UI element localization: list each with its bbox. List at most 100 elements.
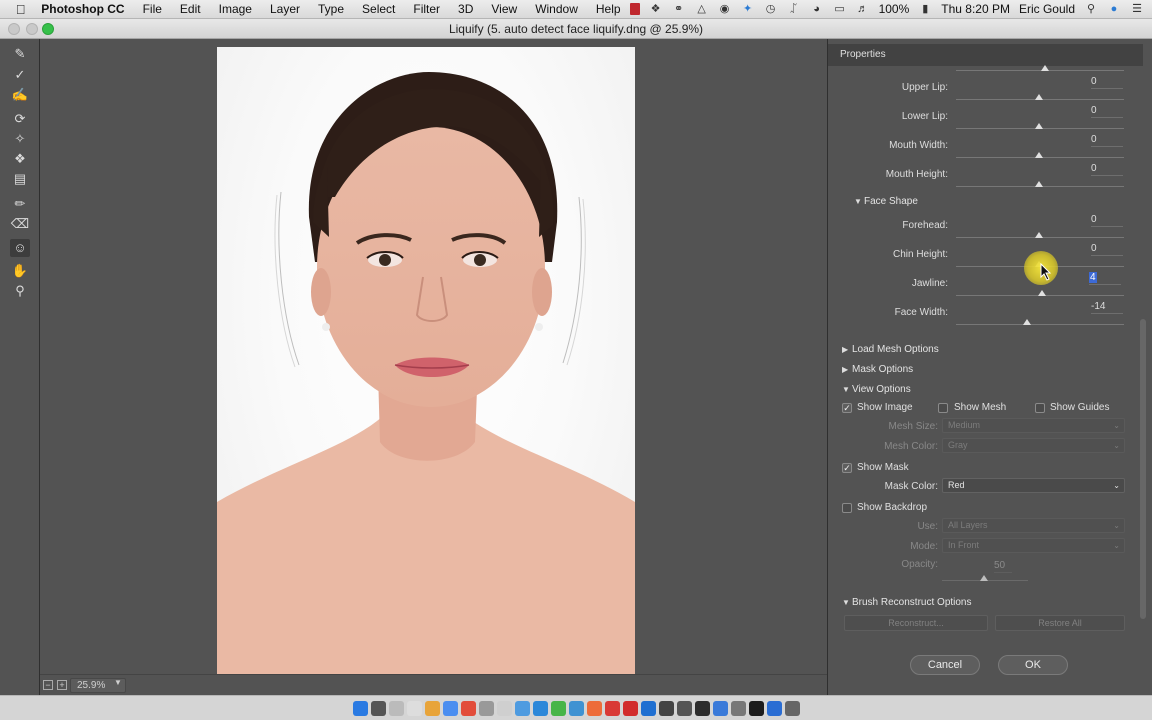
photoshop-icon[interactable]: [748, 700, 764, 716]
terminal-icon[interactable]: [676, 700, 692, 716]
lightroom-icon[interactable]: [694, 700, 710, 716]
canvas-area[interactable]: [40, 39, 827, 674]
time-machine-icon[interactable]: ◷: [764, 3, 778, 15]
wifi-icon[interactable]: ◕: [810, 3, 824, 15]
window-zoom-button[interactable]: [42, 23, 54, 35]
show-mask-checkbox[interactable]: ✓: [842, 463, 852, 473]
face-width-track[interactable]: [956, 324, 1124, 325]
thaw-mask-tool-icon[interactable]: ⌫: [10, 215, 30, 233]
eye-icon[interactable]: ◉: [718, 3, 732, 15]
maps-icon[interactable]: [460, 700, 476, 716]
panel-scrollbar[interactable]: [1139, 69, 1147, 639]
chin-height-value[interactable]: 0: [1091, 243, 1123, 256]
app-store-icon[interactable]: [514, 700, 530, 716]
mask-options-section[interactable]: ▶ Mask Options: [842, 364, 913, 375]
system-preferences-icon[interactable]: [712, 700, 728, 716]
volume-icon[interactable]: ♬: [856, 3, 870, 15]
textedit-icon[interactable]: [478, 700, 494, 716]
menu-filter[interactable]: Filter: [404, 2, 449, 16]
mouth-height-value[interactable]: 0: [1091, 163, 1123, 176]
chrome-icon[interactable]: [604, 700, 620, 716]
trash-icon[interactable]: [784, 700, 800, 716]
mouth-width-thumb[interactable]: [1035, 152, 1043, 158]
use-dropdown[interactable]: All Layers ⌄: [942, 518, 1125, 533]
spotlight-icon[interactable]: ⚲: [1084, 3, 1098, 15]
forehead-thumb[interactable]: [1035, 232, 1043, 238]
upper-lip-value[interactable]: 0: [1091, 76, 1123, 89]
menu-type[interactable]: Type: [309, 2, 353, 16]
portrait-photo[interactable]: [217, 47, 635, 674]
apple-icon[interactable]: : [0, 2, 41, 17]
menu-window[interactable]: Window: [526, 2, 587, 16]
menu-select[interactable]: Select: [353, 2, 404, 16]
menu-app-name[interactable]: Photoshop CC: [41, 2, 133, 16]
notification-center-icon[interactable]: ☰: [1130, 3, 1144, 15]
window-minimize-button[interactable]: [26, 23, 38, 35]
twirl-tool-icon[interactable]: ⟳: [10, 110, 30, 128]
zoom-in-button[interactable]: +: [57, 680, 67, 690]
opacity-thumb[interactable]: [980, 575, 988, 581]
forward-warp-tool-icon[interactable]: ✎: [10, 45, 30, 63]
zoom-out-button[interactable]: −: [43, 680, 53, 690]
launchpad-icon[interactable]: [370, 700, 386, 716]
user-name[interactable]: Eric Gould: [1019, 2, 1075, 16]
face-tool-icon[interactable]: ☺: [10, 239, 30, 257]
menu-help[interactable]: Help: [587, 2, 630, 16]
google-drive-icon[interactable]: △: [695, 3, 709, 15]
utility-icon[interactable]: [730, 700, 746, 716]
zoom-tool-icon[interactable]: ⚲: [10, 282, 30, 300]
mode-dropdown[interactable]: In Front ⌄: [942, 538, 1125, 553]
opacity-value[interactable]: 50: [994, 560, 1012, 573]
bloat-tool-icon[interactable]: ❖: [10, 150, 30, 168]
bluetooth-icon[interactable]: ᛢ: [787, 3, 801, 15]
messages-icon[interactable]: [550, 700, 566, 716]
upper-lip-thumb[interactable]: [1035, 94, 1043, 100]
opera-icon[interactable]: [622, 700, 638, 716]
jawline-value[interactable]: 4: [1089, 272, 1121, 285]
show-guides-checkbox[interactable]: [1035, 403, 1045, 413]
menu-file[interactable]: File: [134, 2, 171, 16]
slider-thumb[interactable]: [1041, 65, 1049, 71]
reconstruct-tool-icon[interactable]: ✓: [10, 66, 30, 84]
slider-track[interactable]: [956, 70, 1124, 71]
menu-view[interactable]: View: [482, 2, 526, 16]
hand-tool-icon[interactable]: ✋: [10, 262, 30, 280]
mission-control-icon[interactable]: [388, 700, 404, 716]
app-tray-icon[interactable]: [629, 3, 640, 15]
photos-icon[interactable]: [586, 700, 602, 716]
chevron-down-icon[interactable]: ▼: [114, 678, 122, 687]
itunes-icon[interactable]: [658, 700, 674, 716]
battery-icon[interactable]: ▮: [918, 3, 932, 15]
clock[interactable]: Thu 8:20 PM: [941, 2, 1010, 16]
show-image-checkbox[interactable]: ✓: [842, 403, 852, 413]
ok-button[interactable]: OK: [998, 655, 1068, 675]
lower-lip-thumb[interactable]: [1035, 123, 1043, 129]
menu-edit[interactable]: Edit: [171, 2, 210, 16]
mail-icon[interactable]: [532, 700, 548, 716]
forehead-value[interactable]: 0: [1091, 214, 1123, 227]
battery-percent[interactable]: 100%: [879, 2, 910, 16]
face-width-value[interactable]: -14: [1091, 301, 1123, 314]
airplay-icon[interactable]: ▭: [833, 3, 847, 15]
freeze-mask-tool-icon[interactable]: ✏: [10, 195, 30, 213]
cancel-button[interactable]: Cancel: [910, 655, 980, 675]
preview-icon[interactable]: [406, 700, 422, 716]
network-icon[interactable]: ✦: [741, 3, 755, 15]
siri-icon[interactable]: ●: [1107, 3, 1121, 15]
window-close-button[interactable]: [8, 23, 20, 35]
smooth-tool-icon[interactable]: ✍: [10, 86, 30, 104]
load-mesh-options-section[interactable]: ▶ Load Mesh Options: [842, 344, 939, 355]
mouth-width-value[interactable]: 0: [1091, 134, 1123, 147]
push-left-tool-icon[interactable]: ▤: [10, 170, 30, 188]
finder-icon[interactable]: [352, 700, 368, 716]
dropbox-dock-icon[interactable]: [766, 700, 782, 716]
brush-reconstruct-options-section[interactable]: ▼ Brush Reconstruct Options: [842, 597, 972, 608]
facetime-icon[interactable]: [568, 700, 584, 716]
menu-3d[interactable]: 3D: [449, 2, 482, 16]
show-mesh-checkbox[interactable]: [938, 403, 948, 413]
mask-color-dropdown[interactable]: Red ⌄: [942, 478, 1125, 493]
jawline-thumb[interactable]: [1038, 290, 1046, 296]
creative-cloud-icon[interactable]: ⚭: [672, 3, 686, 15]
reconstruct-button[interactable]: Reconstruct...: [844, 615, 988, 631]
menu-image[interactable]: Image: [210, 2, 261, 16]
